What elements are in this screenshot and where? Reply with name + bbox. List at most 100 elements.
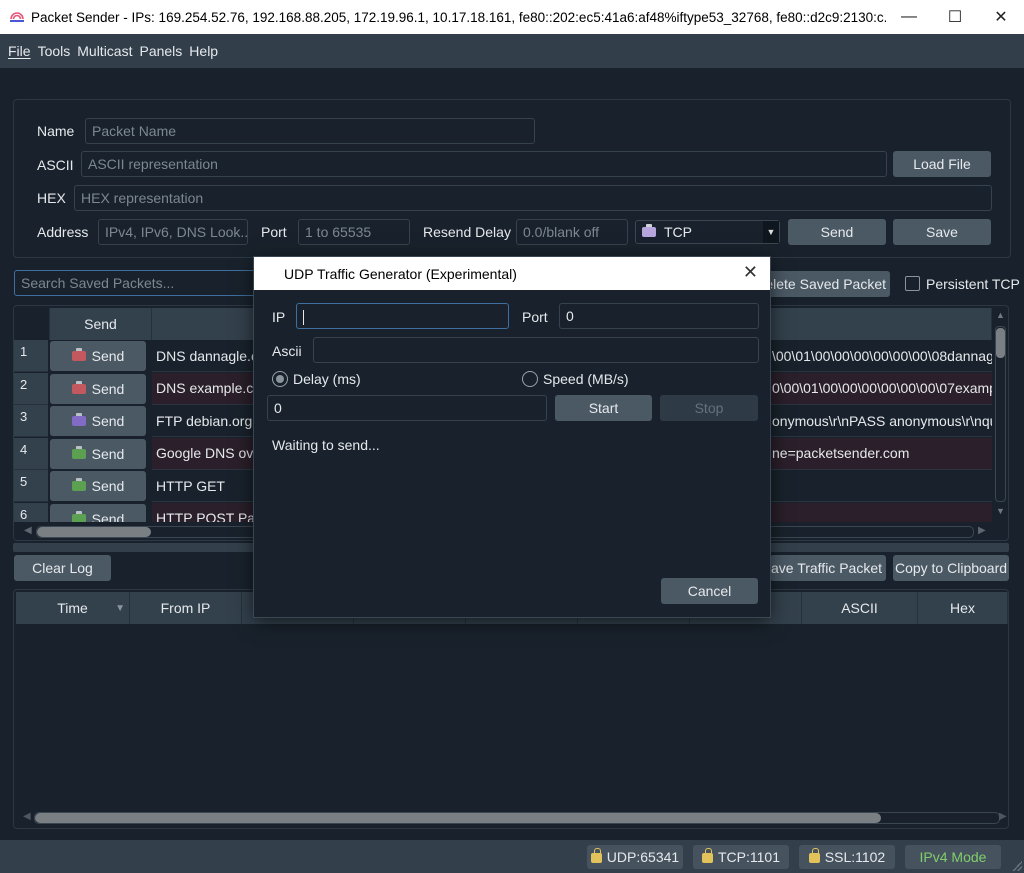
menu-help[interactable]: Help: [189, 43, 218, 59]
resend-delay-label: Resend Delay: [423, 224, 511, 240]
scroll-left-icon[interactable]: ◀: [23, 811, 31, 822]
udp-port-badge[interactable]: UDP:65341: [587, 845, 683, 869]
row-number: 3: [14, 405, 48, 437]
ascii-input[interactable]: ASCII representation: [81, 151, 887, 177]
protocol-icon: [71, 413, 86, 426]
status-bar: UDP:65341 TCP:1101 SSL:1102 IPv4 Mode: [0, 840, 1024, 873]
protocol-select[interactable]: TCP ▼: [635, 220, 780, 244]
maximize-button[interactable]: ☐: [932, 0, 978, 34]
minimize-button[interactable]: —: [886, 0, 932, 34]
search-saved-packets-input[interactable]: Search Saved Packets...: [14, 270, 259, 296]
column-header-time[interactable]: Time ▼: [16, 592, 130, 624]
row-name[interactable]: Google DNS over HTTPS: [152, 437, 256, 470]
menu-bar: File Tools Multicast Panels Help: [0, 34, 1024, 68]
horizontal-scrollbar[interactable]: ◀ ▶: [14, 808, 1008, 828]
sort-desc-icon: ▼: [115, 602, 125, 614]
address-input[interactable]: IPv4, IPv6, DNS Look...: [98, 219, 248, 245]
row-ascii[interactable]: [754, 470, 992, 502]
row-ascii[interactable]: onymous\r\nPASS anonymous\r\nquit: [754, 405, 992, 437]
persistent-tcp-checkbox[interactable]: [905, 276, 920, 291]
scroll-right-icon[interactable]: ▶: [978, 525, 986, 536]
packet-name-input[interactable]: Packet Name: [85, 118, 535, 144]
protocol-icon: [71, 348, 86, 361]
column-header-hex[interactable]: Hex: [918, 592, 1008, 624]
row-send-button[interactable]: Send: [50, 373, 146, 404]
app-logo-icon: [9, 11, 25, 23]
text-cursor: [303, 309, 304, 325]
column-header-ascii[interactable]: ASCII: [802, 592, 918, 624]
udp-port-label: UDP:65341: [606, 849, 680, 865]
row-send-label: Send: [91, 445, 125, 462]
ip-mode-badge[interactable]: IPv4 Mode: [905, 845, 1001, 869]
ip-mode-label: IPv4 Mode: [919, 849, 987, 865]
send-button[interactable]: Send: [788, 219, 886, 245]
scroll-right-icon[interactable]: ▶: [999, 811, 1007, 822]
row-send-label: Send: [91, 478, 125, 494]
row-send-label: Send: [91, 380, 125, 397]
scroll-left-icon[interactable]: ◀: [24, 525, 32, 536]
stop-button[interactable]: Stop: [660, 395, 758, 421]
save-button[interactable]: Save: [893, 219, 991, 245]
port-input[interactable]: 0: [559, 303, 759, 329]
row-number: 2: [14, 372, 48, 405]
scroll-thumb[interactable]: [37, 527, 151, 537]
tcp-protocol-icon: [642, 224, 656, 237]
ssl-port-label: SSL:1102: [824, 849, 886, 865]
row-name[interactable]: FTP debian.org: [152, 405, 256, 437]
dialog-title-bar: UDP Traffic Generator (Experimental) ✕: [254, 257, 770, 290]
row-send-button[interactable]: Send: [50, 471, 146, 501]
ip-label: IP: [272, 309, 286, 325]
start-button[interactable]: Start: [555, 395, 652, 421]
close-button[interactable]: ✕: [978, 0, 1024, 34]
dialog-title: UDP Traffic Generator (Experimental): [284, 265, 517, 282]
hex-input[interactable]: HEX representation: [74, 185, 992, 211]
menu-file[interactable]: File: [8, 43, 31, 59]
column-header-from-ip[interactable]: From IP: [130, 592, 242, 624]
row-send-button[interactable]: Send: [50, 406, 146, 436]
row-send-button[interactable]: Send: [50, 341, 146, 371]
scroll-thumb[interactable]: [35, 813, 881, 823]
row-name[interactable]: DNS example.com: [152, 372, 256, 405]
port-input[interactable]: 1 to 65535: [298, 219, 410, 245]
persistent-tcp-label: Persistent TCP: [926, 276, 1020, 292]
resize-grip-icon[interactable]: [1012, 861, 1022, 871]
menu-tools[interactable]: Tools: [38, 43, 71, 59]
menu-panels[interactable]: Panels: [139, 43, 182, 59]
table-corner: [14, 308, 50, 340]
traffic-log-table: Time ▼ From IP ASCII Hex ◀ ▶: [13, 589, 1009, 829]
ascii-input[interactable]: [313, 337, 759, 363]
delay-value-input[interactable]: 0: [267, 395, 547, 421]
row-ascii[interactable]: ne=packetsender.com: [754, 437, 992, 470]
dialog-close-icon[interactable]: ✕: [743, 262, 758, 283]
row-ascii[interactable]: 0\00\01\00\00\00\00\00\00\07example: [754, 372, 992, 405]
scroll-thumb[interactable]: [996, 328, 1005, 358]
tcp-port-badge[interactable]: TCP:1101: [693, 845, 789, 869]
cancel-button[interactable]: Cancel: [661, 578, 758, 604]
row-send-label: Send: [91, 348, 125, 364]
row-name[interactable]: HTTP GET: [152, 470, 256, 502]
column-header-send[interactable]: Send: [50, 308, 152, 340]
port-label: Port: [261, 224, 287, 240]
delete-saved-packet-button[interactable]: Delete Saved Packet: [768, 271, 890, 297]
scroll-up-icon[interactable]: ▲: [996, 310, 1005, 320]
row-send-button[interactable]: Send: [50, 438, 146, 469]
row-send-label: Send: [91, 413, 125, 429]
send-status-text: Waiting to send...: [272, 437, 380, 453]
vertical-scrollbar[interactable]: ▲ ▼: [992, 306, 1008, 522]
scroll-down-icon[interactable]: ▼: [996, 506, 1005, 516]
delay-radio[interactable]: Delay (ms): [272, 371, 361, 387]
ip-input[interactable]: [296, 303, 509, 329]
clear-log-button[interactable]: Clear Log: [14, 555, 111, 581]
ssl-port-badge[interactable]: SSL:1102: [799, 845, 895, 869]
address-label: Address: [37, 224, 89, 240]
lock-icon: [808, 848, 820, 863]
save-traffic-packet-button[interactable]: Save Traffic Packet: [770, 555, 886, 581]
speed-radio[interactable]: Speed (MB/s): [522, 371, 629, 387]
copy-to-clipboard-button[interactable]: Copy to Clipboard: [893, 555, 1009, 581]
row-ascii[interactable]: \00\01\00\00\00\00\00\00\08dannagle: [754, 340, 992, 372]
load-file-button[interactable]: Load File: [893, 151, 991, 177]
row-name[interactable]: DNS dannagle.com: [152, 340, 256, 372]
resend-delay-input[interactable]: 0.0/blank off: [516, 219, 628, 245]
row-number: 1: [14, 340, 48, 372]
menu-multicast[interactable]: Multicast: [77, 43, 132, 59]
